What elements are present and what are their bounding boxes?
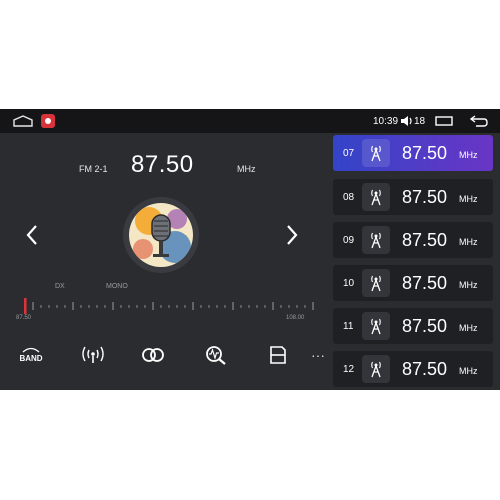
back-icon — [470, 115, 488, 127]
band-label: FM 2-1 — [79, 164, 108, 174]
frequency-unit: MHz — [237, 164, 256, 174]
preset-number: 12 — [343, 363, 355, 375]
preset-item[interactable]: 07 87.50 MHz — [333, 135, 493, 171]
preset-frequency: 87.50 — [402, 272, 448, 293]
band-icon — [22, 347, 40, 353]
scan-button[interactable] — [203, 343, 229, 367]
preset-frequency: 87.50 — [402, 142, 448, 163]
preset-unit: MHz — [459, 366, 478, 376]
preset-unit: MHz — [459, 323, 478, 333]
preset-item[interactable]: 11 87.50 MHz — [333, 308, 493, 344]
preset-number: 07 — [343, 147, 355, 159]
preset-frequency: 87.50 — [402, 358, 448, 379]
band-button[interactable]: BAND — [16, 343, 46, 367]
antenna-icon — [362, 139, 390, 167]
current-frequency: 87.50 — [131, 151, 194, 178]
dx-label: DX — [55, 283, 65, 290]
album-art-frame — [123, 197, 199, 273]
stereo-icon — [142, 348, 164, 362]
preset-number: 11 — [343, 320, 354, 332]
preset-frequency: 87.50 — [402, 315, 448, 336]
home-button[interactable] — [12, 109, 34, 133]
app-icon[interactable] — [41, 114, 55, 128]
preset-unit: MHz — [459, 194, 478, 204]
preset-item[interactable]: 09 87.50 MHz — [333, 222, 493, 258]
prev-icon — [26, 225, 37, 245]
preset-number: 10 — [343, 277, 355, 289]
back-button[interactable] — [470, 109, 488, 133]
antenna-icon — [362, 226, 390, 254]
preset-frequency: 87.50 — [402, 229, 448, 250]
recent-apps-icon — [435, 116, 453, 126]
preset-frequency: 87.50 — [402, 186, 448, 207]
save-button[interactable] — [265, 343, 291, 367]
band-button-label: BAND — [19, 354, 43, 363]
preset-item[interactable]: 12 87.50 MHz — [333, 351, 493, 387]
preset-number: 09 — [343, 234, 355, 246]
preset-number: 08 — [343, 191, 355, 203]
more-icon: ··· — [311, 347, 325, 363]
signal-button[interactable] — [80, 343, 106, 367]
scan-icon — [206, 346, 226, 365]
preset-unit: MHz — [459, 237, 478, 247]
signal-icon — [82, 346, 104, 363]
preset-item[interactable]: 10 87.50 MHz — [333, 265, 493, 301]
next-icon — [287, 225, 298, 245]
preset-unit: MHz — [459, 150, 478, 160]
antenna-icon — [362, 183, 390, 211]
frequency-header: FM 2-1 87.50 MHz — [0, 150, 330, 180]
recent-apps-button[interactable] — [435, 109, 453, 133]
prev-button[interactable] — [24, 224, 40, 246]
volume-icon[interactable] — [400, 109, 413, 133]
tuning-needle[interactable] — [24, 298, 27, 314]
more-button[interactable]: ··· — [308, 343, 328, 367]
preset-unit: MHz — [459, 280, 478, 290]
mono-label: MONO — [106, 283, 128, 290]
tuning-scale[interactable] — [15, 296, 315, 320]
scale-max-label: 108.00 — [286, 315, 305, 321]
next-button[interactable] — [284, 224, 300, 246]
antenna-icon — [362, 355, 390, 383]
preset-item[interactable]: 08 87.50 MHz — [333, 179, 493, 215]
scale-min-label: 87.50 — [16, 315, 32, 321]
save-icon — [270, 346, 286, 364]
clock: 10:39 — [373, 115, 399, 127]
volume-level: 18 — [414, 115, 426, 127]
microphone-artwork — [129, 203, 193, 267]
stereo-button[interactable] — [140, 343, 166, 367]
home-icon — [13, 115, 33, 127]
antenna-icon — [362, 312, 390, 340]
antenna-icon — [362, 269, 390, 297]
